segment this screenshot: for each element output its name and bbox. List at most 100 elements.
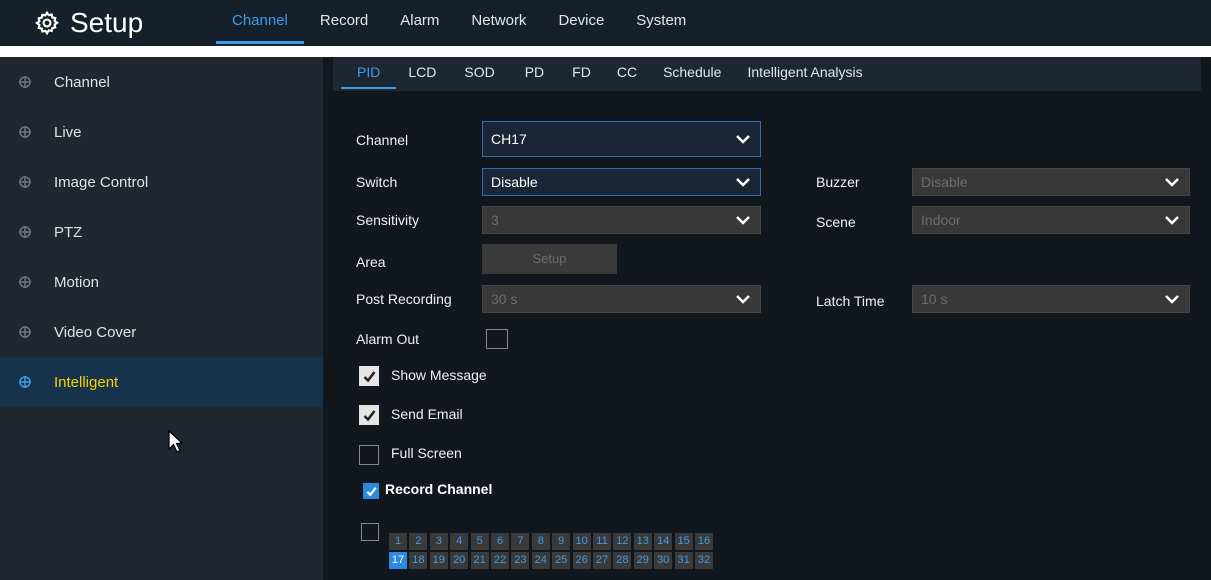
tab-alarm[interactable]: Alarm: [384, 0, 455, 46]
chevron-down-icon: [736, 135, 750, 144]
top-bar: Setup Channel Record Alarm Network Devic…: [0, 0, 1211, 46]
sidebar-item-channel[interactable]: Channel: [0, 57, 323, 107]
sidebar-item-label: Live: [54, 123, 82, 141]
tab-device[interactable]: Device: [542, 0, 620, 46]
sidebar-item-motion[interactable]: Motion: [0, 257, 323, 307]
channel-8-toggle[interactable]: 8: [531, 533, 550, 550]
sensitivity-select[interactable]: 3: [482, 206, 761, 234]
channel-30-toggle[interactable]: 30: [654, 552, 673, 569]
chevron-down-icon: [1165, 216, 1179, 225]
latch-time-select[interactable]: 10 s: [912, 285, 1190, 313]
post-recording-select[interactable]: 30 s: [482, 285, 761, 313]
switch-select[interactable]: Disable: [482, 168, 761, 196]
sidebar-item-ptz[interactable]: PTZ: [0, 207, 323, 257]
sidebar-item-label: Channel: [54, 73, 110, 91]
channel-10-toggle[interactable]: 10: [572, 533, 591, 550]
channel-13-toggle[interactable]: 13: [633, 533, 652, 550]
crosshair-icon: [19, 226, 31, 238]
channel-20-toggle[interactable]: 20: [450, 552, 469, 569]
channel-7-toggle[interactable]: 7: [511, 533, 530, 550]
area-label: Area: [356, 254, 386, 270]
crosshair-icon: [19, 376, 31, 388]
channel-select-value: CH17: [491, 131, 527, 147]
checkmark-icon: [363, 371, 376, 383]
send-email-label: Send Email: [391, 406, 463, 422]
chevron-down-icon: [736, 295, 750, 304]
crosshair-icon: [19, 76, 31, 88]
sidebar-item-video-cover[interactable]: Video Cover: [0, 307, 323, 357]
channel-6-toggle[interactable]: 6: [491, 533, 509, 550]
checkmark-icon: [366, 487, 377, 497]
show-message-checkbox[interactable]: [359, 366, 379, 386]
subtab-sod[interactable]: SOD: [448, 57, 510, 91]
channel-2-toggle[interactable]: 2: [409, 533, 428, 550]
crosshair-icon: [19, 326, 31, 338]
main-tabs: Channel Record Alarm Network Device Syst…: [216, 0, 702, 46]
mouse-cursor-icon: [168, 430, 184, 453]
channel-21-toggle[interactable]: 21: [470, 552, 489, 569]
channel-22-toggle[interactable]: 22: [491, 552, 509, 569]
show-message-label: Show Message: [391, 367, 487, 383]
tab-channel[interactable]: Channel: [216, 0, 304, 46]
select-all-channels-checkbox[interactable]: [361, 523, 379, 541]
channel-28-toggle[interactable]: 28: [613, 552, 632, 569]
scene-label: Scene: [816, 214, 856, 230]
channel-9-toggle[interactable]: 9: [552, 533, 571, 550]
area-setup-button[interactable]: Setup: [482, 244, 617, 274]
subtab-cc[interactable]: CC: [605, 57, 649, 91]
channel-grid: 1 2 3 4 5 6 7 8 9 10 11 12 13 14 15 16 17 18 19 20 21 22 23 24 2…: [323, 57, 1211, 580]
sidebar-item-live[interactable]: Live: [0, 107, 323, 157]
crosshair-icon: [19, 126, 31, 138]
subtab-fd[interactable]: FD: [558, 57, 605, 91]
channel-23-toggle[interactable]: 23: [511, 552, 530, 569]
alarm-out-checkbox[interactable]: [486, 329, 508, 349]
channel-4-toggle[interactable]: 4: [450, 533, 469, 550]
channel-14-toggle[interactable]: 14: [654, 533, 673, 550]
subtab-lcd[interactable]: LCD: [396, 57, 448, 91]
buzzer-label: Buzzer: [816, 174, 860, 190]
channel-24-toggle[interactable]: 24: [531, 552, 550, 569]
subtab-pd[interactable]: PD: [511, 57, 558, 91]
alarm-out-label: Alarm Out: [356, 331, 420, 347]
channel-17-toggle[interactable]: 17: [389, 552, 407, 569]
channel-12-toggle[interactable]: 12: [613, 533, 632, 550]
channel-select[interactable]: CH17: [482, 121, 761, 157]
channel-16-toggle[interactable]: 16: [695, 533, 713, 550]
channel-5-toggle[interactable]: 5: [470, 533, 489, 550]
channel-19-toggle[interactable]: 19: [429, 552, 448, 569]
post-recording-label: Post Recording: [356, 291, 452, 307]
tab-network[interactable]: Network: [455, 0, 542, 46]
send-email-checkbox[interactable]: [359, 405, 379, 425]
channel-29-toggle[interactable]: 29: [633, 552, 652, 569]
channel-32-toggle[interactable]: 32: [695, 552, 713, 569]
channel-11-toggle[interactable]: 11: [593, 533, 611, 550]
full-screen-checkbox[interactable]: [359, 445, 379, 465]
subtab-pid[interactable]: PID: [341, 57, 397, 91]
channel-18-toggle[interactable]: 18: [409, 552, 428, 569]
sidebar-item-image-control[interactable]: Image Control: [0, 157, 323, 207]
scene-select-value: Indoor: [921, 212, 961, 228]
sidebar-item-intelligent[interactable]: Intelligent: [0, 357, 323, 453]
scene-select[interactable]: Indoor: [912, 206, 1190, 234]
chevron-down-icon: [1165, 295, 1179, 304]
channel-3-toggle[interactable]: 3: [429, 533, 448, 550]
channel-31-toggle[interactable]: 31: [674, 552, 693, 569]
sensitivity-label: Sensitivity: [356, 212, 420, 228]
record-channel-checkbox[interactable]: [363, 483, 379, 499]
buzzer-select-value: Disable: [921, 174, 968, 190]
channel-15-toggle[interactable]: 15: [674, 533, 693, 550]
subtab-intelligent-analysis[interactable]: Intelligent Analysis: [735, 57, 874, 91]
sidebar-item-label: Video Cover: [54, 323, 137, 341]
gear-icon: [35, 10, 59, 36]
channel-26-toggle[interactable]: 26: [572, 552, 591, 569]
channel-1-toggle[interactable]: 1: [389, 533, 407, 550]
tab-record[interactable]: Record: [304, 0, 384, 46]
buzzer-select[interactable]: Disable: [912, 168, 1190, 196]
subtab-schedule[interactable]: Schedule: [649, 57, 735, 91]
sidebar-item-label: Motion: [54, 273, 100, 291]
channel-27-toggle[interactable]: 27: [593, 552, 611, 569]
sidebar-item-label: Image Control: [54, 173, 149, 191]
tab-system[interactable]: System: [620, 0, 702, 46]
checkmark-icon: [363, 410, 376, 422]
channel-25-toggle[interactable]: 25: [552, 552, 571, 569]
